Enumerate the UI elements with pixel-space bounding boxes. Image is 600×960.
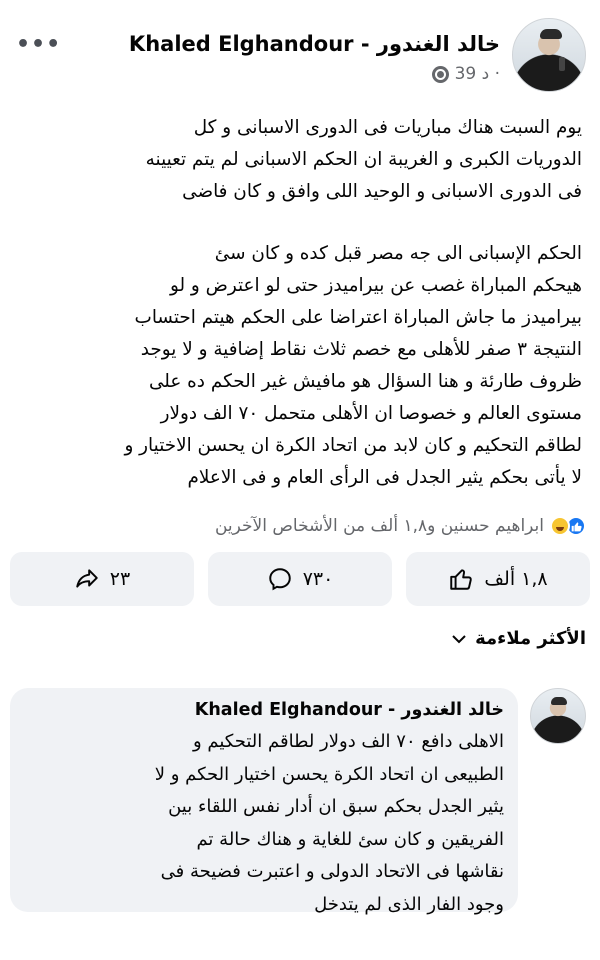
comment-author-avatar[interactable] [530, 688, 586, 744]
author-avatar[interactable] [512, 18, 586, 92]
globe-icon[interactable] [431, 65, 449, 83]
post-paragraph-1: يوم السبت هناك مباريات فى الدورى الاسبان… [145, 117, 582, 202]
share-icon [76, 569, 98, 588]
post-actions: ٢٣ ٧٣٠ ١,٨ ألف [10, 552, 590, 606]
reactions-summary[interactable]: ابراهيم حسنين و١,٨ ألف من الأشخاص الآخري… [14, 512, 586, 540]
comment-button[interactable]: ٧٣٠ [208, 552, 392, 606]
comment-bubble: Khaled Elghandour - خالد الغندور الاهلى … [10, 688, 518, 915]
share-count: ٢٣ [109, 568, 131, 590]
sort-label: الأكثر ملاءمة [475, 628, 586, 649]
post-meta: 39 د · [431, 64, 500, 84]
avatar-hair [540, 29, 562, 39]
comment-sort-dropdown[interactable]: الأكثر ملاءمة [451, 628, 586, 649]
like-button[interactable]: ١,٨ ألف [406, 552, 590, 606]
post-header: Khaled Elghandour - خالد الغندور 39 د · … [0, 18, 600, 98]
more-options-icon[interactable]: ••• [16, 32, 61, 57]
reaction-icons [550, 516, 586, 536]
avatar-mic [559, 57, 565, 71]
avatar-hair [551, 697, 567, 705]
chevron-down-icon [452, 634, 466, 643]
thumbs-up-icon [450, 569, 473, 590]
comment-text: الاهلى دافع ٧٠ الف دولار لطاقم التحكيم و… [154, 731, 504, 915]
reactions-text: ابراهيم حسنين و١,٨ ألف من الأشخاص الآخري… [214, 516, 544, 536]
post-time[interactable]: 39 د · [455, 64, 500, 84]
comment-count: ٧٣٠ [302, 568, 334, 590]
post-body: يوم السبت هناك مباريات فى الدورى الاسبان… [14, 112, 582, 494]
comment-author-name[interactable]: Khaled Elghandour - خالد الغندور [24, 700, 504, 720]
comment-icon [268, 568, 291, 591]
like-count: ١,٨ ألف [484, 568, 548, 590]
post-author-name[interactable]: Khaled Elghandour - خالد الغندور [129, 32, 500, 56]
haha-icon [550, 516, 570, 536]
share-button[interactable]: ٢٣ [10, 552, 194, 606]
post-paragraph-2: الحكم الإسبانى الى جه مصر قبل كده و كان … [124, 243, 582, 488]
